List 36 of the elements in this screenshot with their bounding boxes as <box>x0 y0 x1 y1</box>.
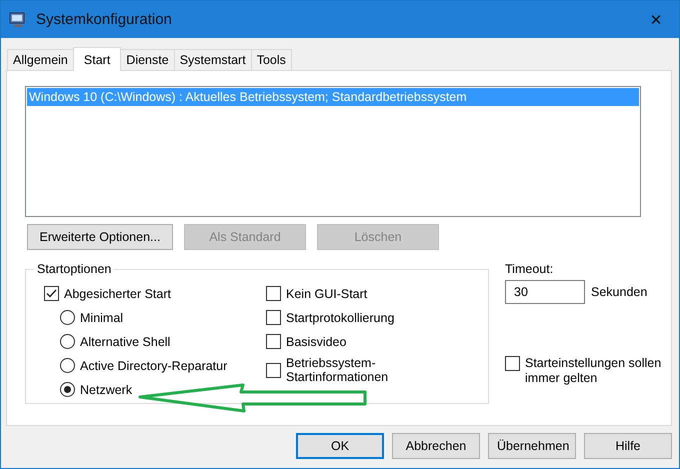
button[interactable]: Hilfe <box>584 433 672 459</box>
radio-label: Alternative Shell <box>80 334 170 348</box>
checkbox[interactable] <box>266 362 281 378</box>
radio-button[interactable] <box>60 310 75 325</box>
tab[interactable]: Tools <box>250 49 292 70</box>
radio-label: Active Directory-Reparatur <box>80 358 228 372</box>
checkbox[interactable] <box>44 286 59 301</box>
tab[interactable]: Start <box>72 47 122 71</box>
checkbox[interactable] <box>266 334 281 349</box>
tab[interactable]: Systemstart <box>174 49 252 70</box>
close-button[interactable]: ✕ <box>633 1 679 38</box>
timeout-label: Timeout: <box>505 262 554 276</box>
checkbox[interactable] <box>505 356 520 371</box>
button[interactable]: Übernehmen <box>488 433 576 459</box>
group-title: Startoptionen <box>36 262 112 276</box>
button[interactable]: Abbrechen <box>392 433 480 459</box>
checkbox-label: Startprotokollierung <box>286 310 394 324</box>
checkbox-label: Basisvideo <box>286 334 346 348</box>
checkbox[interactable] <box>266 310 281 325</box>
radio-label: Minimal <box>80 310 124 324</box>
radio-label: Netzwerk <box>80 382 132 396</box>
window-title: Systemkonfiguration <box>36 11 173 28</box>
tab[interactable]: Allgemein <box>7 49 74 70</box>
radio-button[interactable] <box>60 358 75 373</box>
timeout-field[interactable]: 30 <box>505 280 585 304</box>
checkbox-label: Starteinstellungen sollen immer gelten <box>525 356 662 386</box>
checkbox-label: Betriebssystem- Startinformationen <box>286 356 388 384</box>
unit-label: Sekunden <box>591 285 648 299</box>
monitor-icon <box>9 10 27 28</box>
checkbox-label: Kein GUI-Start <box>286 286 368 300</box>
checkbox-label: Abgesicherter Start <box>64 286 171 300</box>
checkbox[interactable] <box>266 286 281 301</box>
button[interactable]: OK <box>296 433 384 459</box>
radio-button[interactable] <box>60 334 75 349</box>
button[interactable]: Erweiterte Optionen... <box>27 224 173 250</box>
radio-button[interactable] <box>60 382 75 397</box>
